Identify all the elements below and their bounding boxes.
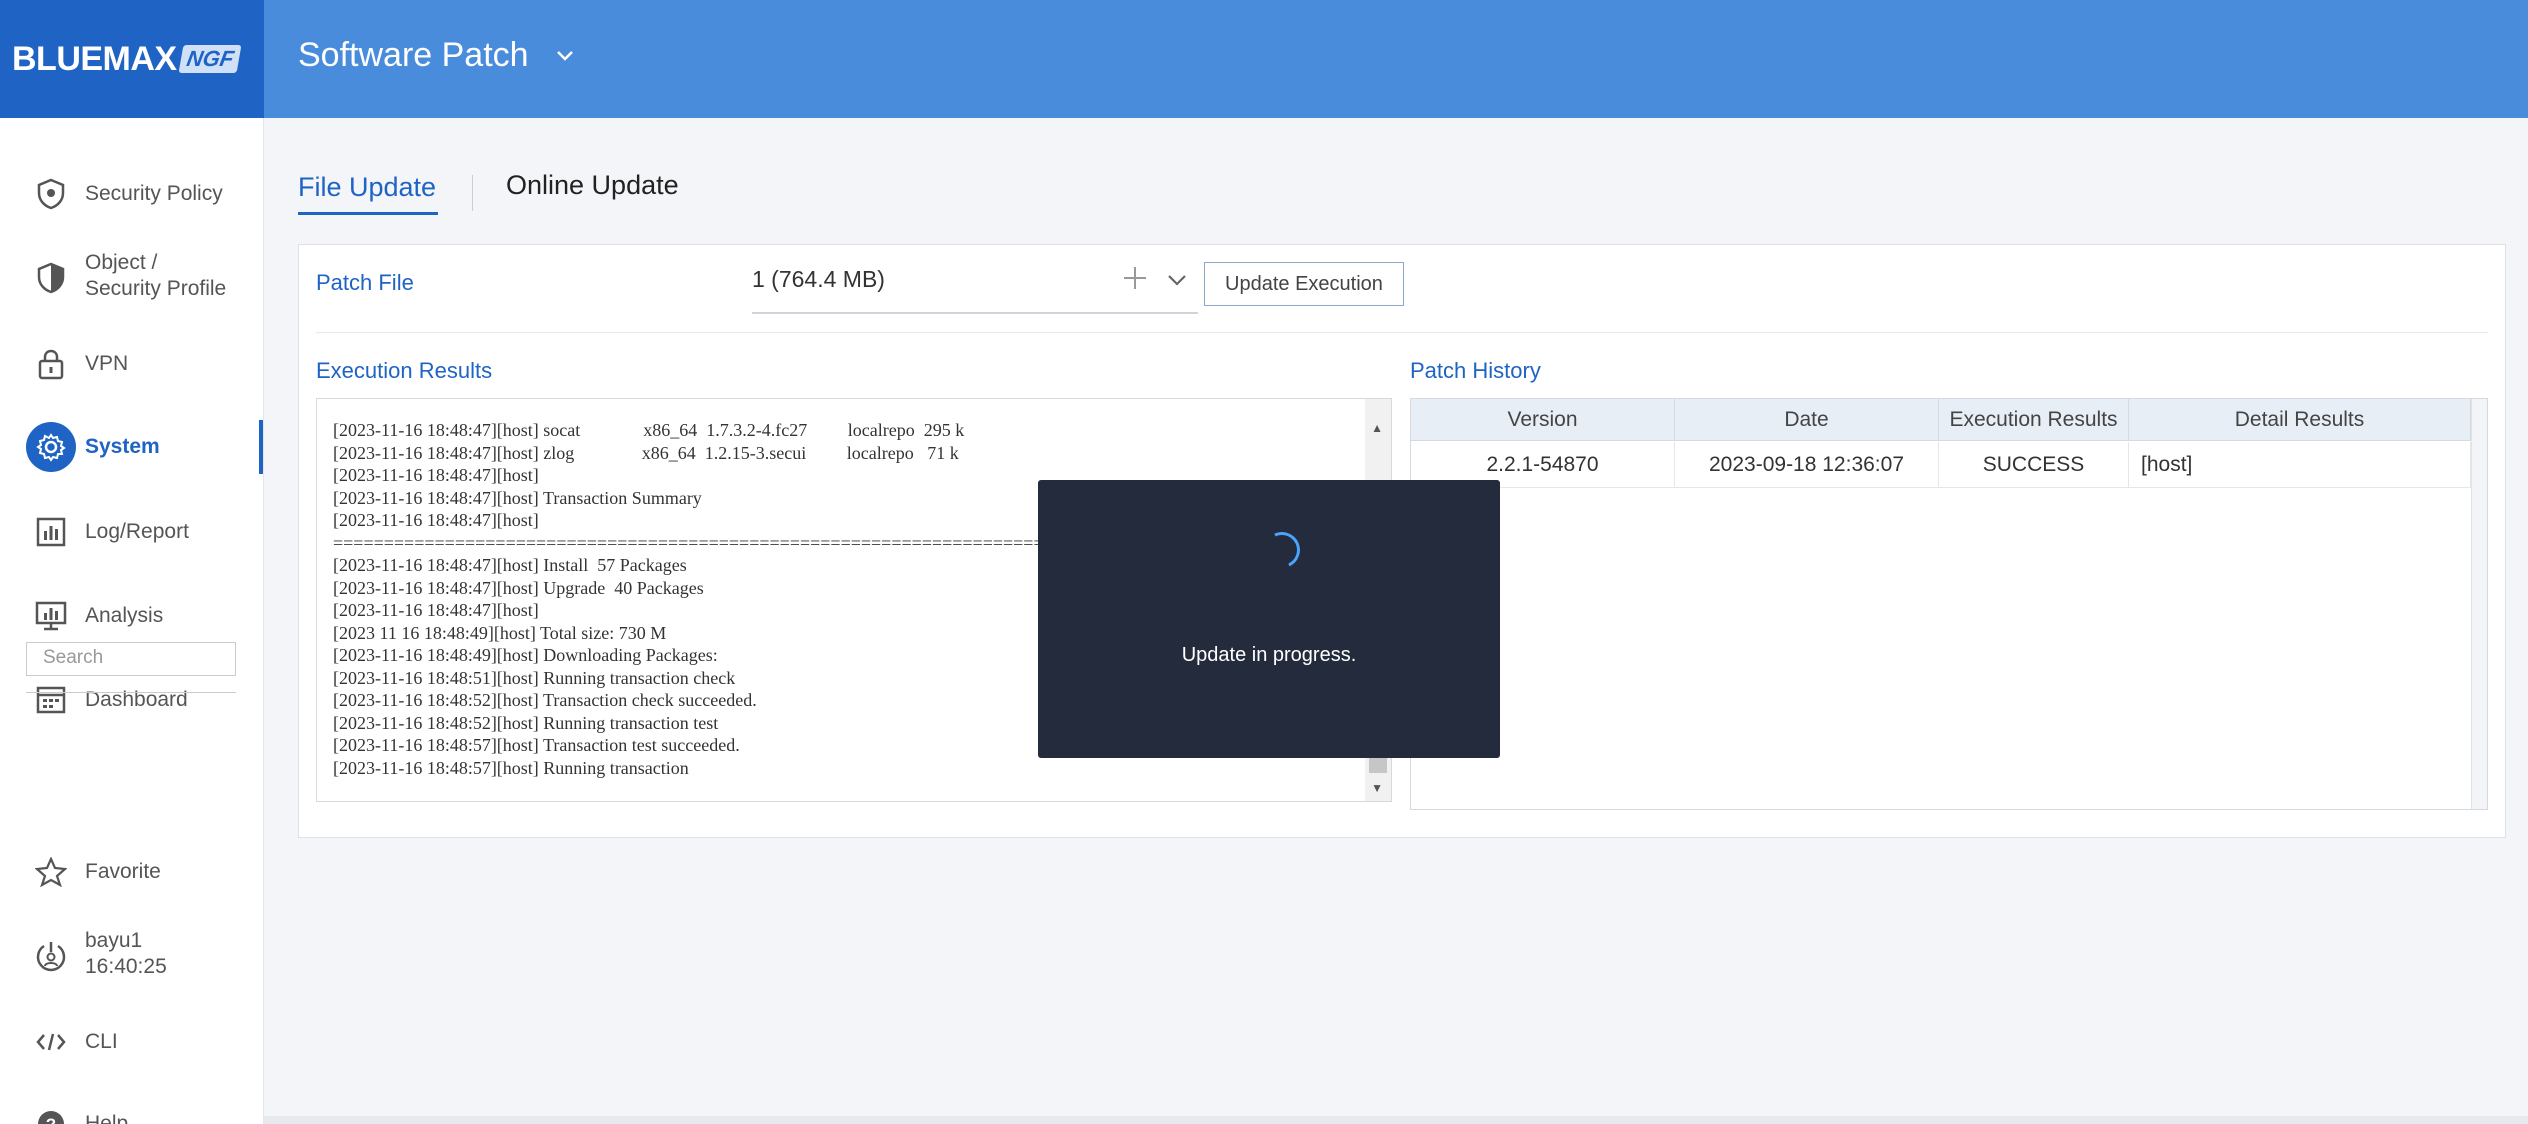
tab-file-update[interactable]: File Update [298, 172, 436, 203]
column-header-version[interactable]: Version [1411, 399, 1675, 441]
sidebar-item-label: Help [85, 1112, 129, 1124]
chevron-down-icon[interactable] [555, 42, 575, 70]
dashboard-icon [34, 683, 68, 717]
monitor-chart-icon [34, 599, 68, 633]
sidebar-item-analysis[interactable]: Analysis [0, 596, 264, 636]
patch-file-value[interactable]: 1 (764.4 MB) [752, 266, 885, 293]
sidebar-item-favorite[interactable]: Favorite [0, 852, 264, 892]
star-icon [34, 855, 68, 889]
session-time: 16:40:25 [85, 955, 167, 978]
brand-logo[interactable]: BLUEMAX NGF [0, 0, 264, 118]
sidebar-item-system[interactable]: System [0, 420, 264, 474]
progress-message: Update in progress. [1181, 644, 1357, 666]
active-indicator [259, 420, 263, 474]
cell-detail-result[interactable]: [host] [2129, 442, 2471, 488]
sidebar-item-label: System [85, 435, 160, 458]
sidebar-item-label: Favorite [85, 860, 161, 883]
sidebar-item-label: Object / [85, 251, 158, 274]
page-title[interactable]: Software Patch [298, 36, 575, 75]
sidebar-item-user[interactable]: bayu1 16:40:25 [0, 928, 264, 984]
code-icon [34, 1025, 68, 1059]
scroll-up-icon[interactable]: ▲ [1371, 421, 1383, 435]
sidebar-item-security-policy[interactable]: Security Policy [0, 174, 264, 214]
help-icon: ? [34, 1107, 68, 1124]
user-name: bayu1 [85, 929, 143, 952]
log-line: [2023-11-16 18:48:47][host] socat x86_64… [333, 420, 965, 440]
progress-dialog [1038, 480, 1500, 758]
sidebar-item-dashboard[interactable]: Dashboard [0, 680, 264, 720]
sidebar-item-log-report[interactable]: Log/Report [0, 512, 264, 552]
update-execution-button[interactable]: Update Execution [1204, 262, 1404, 306]
patch-history-table: Version Date Execution Results Detail Re… [1410, 398, 2488, 810]
sidebar-item-help[interactable]: ? Help [0, 1104, 264, 1124]
shield-icon [34, 177, 68, 211]
patch-file-underline [752, 312, 1198, 314]
svg-text:?: ? [46, 1115, 56, 1124]
tab-active-underline [298, 212, 438, 215]
sidebar-item-cli[interactable]: CLI [0, 1022, 264, 1062]
sidebar-divider [26, 692, 236, 693]
bottom-edge [264, 1116, 2528, 1124]
page-title-text: Software Patch [298, 36, 529, 74]
bar-chart-icon [34, 515, 68, 549]
history-scrollbar[interactable] [2471, 399, 2487, 809]
column-header-detail-results[interactable]: Detail Results [2129, 399, 2471, 441]
chevron-down-icon[interactable] [1166, 270, 1188, 293]
shield-half-icon [34, 261, 68, 295]
sidebar-item-label: Analysis [85, 604, 164, 627]
gear-icon [26, 422, 76, 472]
top-bar: BLUEMAX NGF Software Patch [0, 0, 2528, 118]
log-line: [2023-11-16 18:48:57][host] Running tran… [333, 757, 689, 778]
sidebar-item-label: CLI [85, 1030, 118, 1053]
column-header-date[interactable]: Date [1675, 399, 1939, 441]
scroll-down-icon[interactable]: ▼ [1371, 781, 1383, 795]
patch-history-title: Patch History [1410, 358, 1541, 383]
lock-icon [34, 347, 68, 381]
sidebar-item-vpn[interactable]: VPN [0, 344, 264, 384]
sidebar-search-input[interactable]: Search [26, 642, 236, 676]
tab-online-update[interactable]: Online Update [506, 170, 679, 201]
table-row[interactable]: 2.2.1-54870 2023-09-18 12:36:07 SUCCESS … [1411, 442, 2471, 488]
sidebar-item-label: Dashboard [85, 688, 188, 711]
cell-date: 2023-09-18 12:36:07 [1675, 442, 1939, 488]
execution-results-title: Execution Results [316, 358, 493, 383]
sidebar-item-label-line2: Security Profile [85, 277, 227, 300]
cell-execution-result: SUCCESS [1939, 442, 2129, 488]
tab-separator [472, 175, 473, 211]
sidebar-item-label: VPN [85, 352, 129, 375]
sidebar-item-label: Security Policy [85, 182, 223, 205]
sidebar: Security Policy Object / Security Profil… [0, 118, 264, 1124]
panel-divider [316, 332, 2488, 333]
sidebar-item-object-security-profile[interactable]: Object / Security Profile [0, 250, 264, 306]
sidebar-item-label: Log/Report [85, 520, 189, 543]
table-header: Version Date Execution Results Detail Re… [1411, 399, 2471, 441]
user-power-icon [34, 939, 68, 973]
patch-file-label: Patch File [316, 270, 414, 295]
brand-name: BLUEMAX [12, 39, 177, 78]
log-line: [2023-11-16 18:48:47][host] zlog x86_64 … [333, 442, 959, 463]
column-header-execution-results[interactable]: Execution Results [1939, 399, 2129, 441]
brand-suffix: NGF [178, 45, 242, 73]
plus-icon[interactable] [1122, 262, 1148, 299]
